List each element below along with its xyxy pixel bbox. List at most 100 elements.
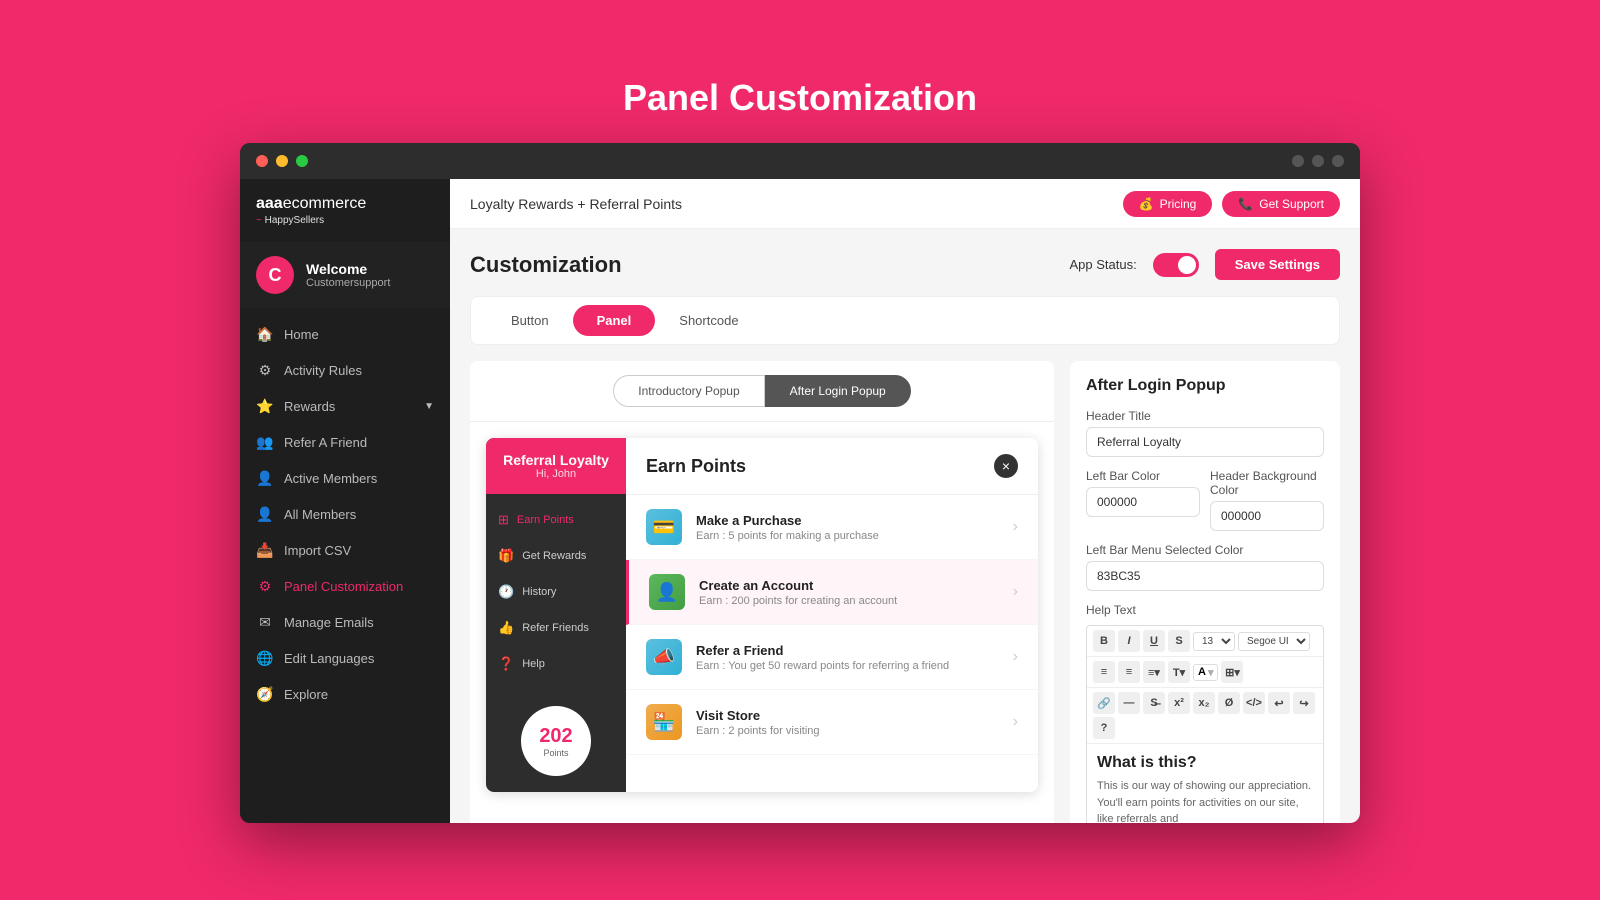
save-settings-button[interactable]: Save Settings bbox=[1215, 249, 1340, 280]
toolbar-superscript[interactable]: x² bbox=[1168, 692, 1190, 714]
top-bar-title: Loyalty Rewards + Referral Points bbox=[470, 196, 682, 212]
after-login-popup-btn[interactable]: After Login Popup bbox=[765, 375, 911, 407]
tab-panel[interactable]: Panel bbox=[573, 305, 656, 336]
sidebar-item-import-csv[interactable]: 📥 Import CSV bbox=[240, 532, 450, 568]
purchase-name: Make a Purchase bbox=[696, 513, 999, 528]
referral-nav-help[interactable]: ❓ Help bbox=[486, 646, 626, 682]
toolbar-text-format[interactable]: T▾ bbox=[1168, 661, 1190, 683]
sidebar-item-active-members[interactable]: 👤 Active Members bbox=[240, 460, 450, 496]
refer-friend-icon: 👥 bbox=[256, 433, 274, 451]
toolbar-table[interactable]: ⊞▾ bbox=[1221, 661, 1243, 683]
purchase-icon: 💳 bbox=[646, 509, 682, 545]
sidebar-label-panel-customization: Panel Customization bbox=[284, 579, 403, 594]
left-bar-menu-input[interactable] bbox=[1086, 561, 1324, 591]
browser-dot-yellow[interactable] bbox=[276, 155, 288, 167]
toolbar-underline[interactable]: U bbox=[1143, 630, 1165, 652]
referral-nav-refer-friends[interactable]: 👍 Refer Friends bbox=[486, 610, 626, 646]
header-title-input[interactable] bbox=[1086, 427, 1324, 457]
toolbar-subscript[interactable]: x₂ bbox=[1193, 692, 1215, 714]
toolbar-list-ordered[interactable]: ≡ bbox=[1118, 661, 1140, 683]
account-name: Create an Account bbox=[699, 578, 999, 593]
earn-item-referral[interactable]: 📣 Refer a Friend Earn : You get 50 rewar… bbox=[626, 625, 1038, 690]
app-status-toggle[interactable] bbox=[1153, 253, 1199, 277]
all-members-icon: 👤 bbox=[256, 505, 274, 523]
home-icon: 🏠 bbox=[256, 325, 274, 343]
toolbar-bold[interactable]: B bbox=[1093, 630, 1115, 652]
user-avatar: C bbox=[256, 256, 294, 294]
toolbar-strike[interactable]: S bbox=[1168, 630, 1190, 652]
browser-dot-green[interactable] bbox=[296, 155, 308, 167]
toolbar-help[interactable]: ? bbox=[1093, 717, 1115, 739]
close-button[interactable]: × bbox=[994, 454, 1018, 478]
sidebar-label-refer-friend: Refer A Friend bbox=[284, 435, 367, 450]
referral-nav-earn-points[interactable]: ⊞ Earn Points bbox=[486, 502, 626, 538]
toolbar-italic[interactable]: I bbox=[1118, 630, 1140, 652]
sidebar-label-explore: Explore bbox=[284, 687, 328, 702]
browser-dot-red[interactable] bbox=[256, 155, 268, 167]
earn-item-account[interactable]: 👤 Create an Account Earn : 200 points fo… bbox=[626, 560, 1038, 625]
help-text-label: Help Text bbox=[1086, 603, 1324, 617]
pricing-button[interactable]: 💰 Pricing bbox=[1123, 191, 1213, 217]
toolbar-strikethrough[interactable]: S̶ bbox=[1143, 692, 1165, 714]
sidebar-item-explore[interactable]: 🧭 Explore bbox=[240, 676, 450, 712]
toolbar-link[interactable]: 🔗 bbox=[1093, 692, 1115, 714]
font-size-select[interactable]: 13 11 14 16 bbox=[1193, 632, 1235, 651]
sidebar-item-edit-languages[interactable]: 🌐 Edit Languages bbox=[240, 640, 450, 676]
toolbar-hr[interactable]: — bbox=[1118, 692, 1140, 714]
sidebar-user: C Welcome Customersupport bbox=[240, 242, 450, 308]
purchase-desc: Earn : 5 points for making a purchase bbox=[696, 530, 999, 542]
referral-icon: 📣 bbox=[646, 639, 682, 675]
toolbar-code[interactable]: </> bbox=[1243, 692, 1265, 714]
left-bar-color-input[interactable] bbox=[1086, 487, 1200, 517]
header-right: App Status: Save Settings bbox=[1070, 249, 1340, 280]
help-nav-icon: ❓ bbox=[498, 656, 514, 672]
earn-item-visit[interactable]: 🏪 Visit Store Earn : 2 points for visiti… bbox=[626, 690, 1038, 755]
support-label: Get Support bbox=[1259, 197, 1324, 211]
browser-dot-3 bbox=[1332, 155, 1344, 167]
sidebar-item-home[interactable]: 🏠 Home bbox=[240, 316, 450, 352]
sidebar-item-all-members[interactable]: 👤 All Members bbox=[240, 496, 450, 532]
sidebar-item-activity-rules[interactable]: ⚙ Activity Rules bbox=[240, 352, 450, 388]
font-family-select[interactable]: Segoe UI Arial bbox=[1238, 632, 1310, 651]
logo-text: aaaecommerce bbox=[256, 195, 434, 213]
browser-dots-right bbox=[1292, 155, 1344, 167]
sidebar-item-manage-emails[interactable]: ✉ Manage Emails bbox=[240, 604, 450, 640]
history-nav-icon: 🕐 bbox=[498, 584, 514, 600]
editor-body: This is our way of showing our appreciat… bbox=[1097, 778, 1313, 823]
sidebar-item-refer-friend[interactable]: 👥 Refer A Friend bbox=[240, 424, 450, 460]
toolbar-remove-format[interactable]: Ø bbox=[1218, 692, 1240, 714]
referral-nav-history[interactable]: 🕐 History bbox=[486, 574, 626, 610]
header-bg-color-field: Header Background Color bbox=[1210, 457, 1324, 531]
referral-points-circle: 202 Points bbox=[521, 706, 591, 776]
sidebar-item-panel-customization[interactable]: ⚙ Panel Customization bbox=[240, 568, 450, 604]
earn-points-header: Earn Points × bbox=[626, 438, 1038, 495]
earn-item-purchase[interactable]: 💳 Make a Purchase Earn : 5 points for ma… bbox=[626, 495, 1038, 560]
referral-sidebar: Referral Loyalty Hi, John ⊞ Earn Points bbox=[486, 438, 626, 792]
header-bg-color-label: Header Background Color bbox=[1210, 469, 1324, 497]
points-number: 202 bbox=[539, 725, 572, 748]
toolbar-row-3: 🔗 — S̶ x² x₂ Ø </> ↩ ↪ ? bbox=[1087, 688, 1323, 744]
referral-panel-subtitle: Hi, John bbox=[494, 468, 618, 480]
intro-popup-btn[interactable]: Introductory Popup bbox=[613, 375, 764, 407]
rewards-icon: ⭐ bbox=[256, 397, 274, 415]
customization-header: Customization App Status: Save Settings bbox=[470, 249, 1340, 280]
sidebar-item-rewards[interactable]: ⭐ Rewards ▼ bbox=[240, 388, 450, 424]
edit-languages-icon: 🌐 bbox=[256, 649, 274, 667]
toolbar-align[interactable]: ≡▾ bbox=[1143, 661, 1165, 683]
toolbar-redo[interactable]: ↪ bbox=[1293, 692, 1315, 714]
referral-nav-get-rewards[interactable]: 🎁 Get Rewards bbox=[486, 538, 626, 574]
tab-shortcode[interactable]: Shortcode bbox=[655, 305, 762, 336]
browser-dot-1 bbox=[1292, 155, 1304, 167]
toolbar-undo[interactable]: ↩ bbox=[1268, 692, 1290, 714]
tab-button[interactable]: Button bbox=[487, 305, 573, 336]
referral-panel-title: Referral Loyalty bbox=[494, 452, 618, 468]
browser-window: aaaecommerce ~ HappySellers C Welcome Cu… bbox=[240, 143, 1360, 823]
referral-nav: ⊞ Earn Points 🎁 Get Rewards 🕐 bbox=[486, 494, 626, 690]
sidebar-logo: aaaecommerce ~ HappySellers bbox=[240, 179, 450, 242]
header-bg-color-input[interactable] bbox=[1210, 501, 1324, 531]
sidebar-label-active-members: Active Members bbox=[284, 471, 377, 486]
support-button[interactable]: 📞 Get Support bbox=[1222, 191, 1340, 217]
toolbar-font-color[interactable]: A ▾ bbox=[1193, 664, 1218, 681]
toolbar-list-unordered[interactable]: ≡ bbox=[1093, 661, 1115, 683]
editor-area[interactable]: What is this? This is our way of showing… bbox=[1087, 744, 1323, 823]
